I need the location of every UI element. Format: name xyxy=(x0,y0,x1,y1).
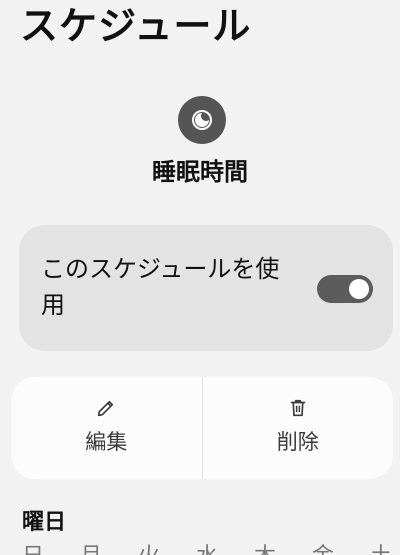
edit-label: 編集 xyxy=(85,430,128,454)
day-friday[interactable]: 金 xyxy=(312,542,334,555)
use-schedule-label: このスケジュールを使用 xyxy=(41,255,280,319)
day-tuesday[interactable]: 火 xyxy=(138,542,160,555)
trash-icon xyxy=(287,397,309,419)
delete-label: 削除 xyxy=(276,430,319,454)
day-thursday[interactable]: 木 xyxy=(254,542,276,555)
use-schedule-card[interactable]: このスケジュールを使用 xyxy=(19,225,393,351)
days-row: 日 月 火 水 木 金 土 xyxy=(22,542,392,555)
delete-button[interactable]: 削除 xyxy=(201,377,394,479)
sleep-moon-icon xyxy=(178,96,226,144)
page-title: スケジュール xyxy=(20,4,252,48)
day-saturday[interactable]: 土 xyxy=(370,542,392,555)
action-card: 編集 削除 xyxy=(11,377,393,479)
edit-button[interactable]: 編集 xyxy=(11,377,202,479)
day-monday[interactable]: 月 xyxy=(80,542,102,555)
use-schedule-switch[interactable] xyxy=(317,275,373,303)
days-section-title: 曜日 xyxy=(22,510,67,535)
switch-knob xyxy=(349,279,369,299)
mode-name: 睡眠時間 xyxy=(152,158,248,186)
day-sunday[interactable]: 日 xyxy=(22,542,44,555)
pencil-icon xyxy=(95,397,117,419)
day-wednesday[interactable]: 水 xyxy=(196,542,218,555)
